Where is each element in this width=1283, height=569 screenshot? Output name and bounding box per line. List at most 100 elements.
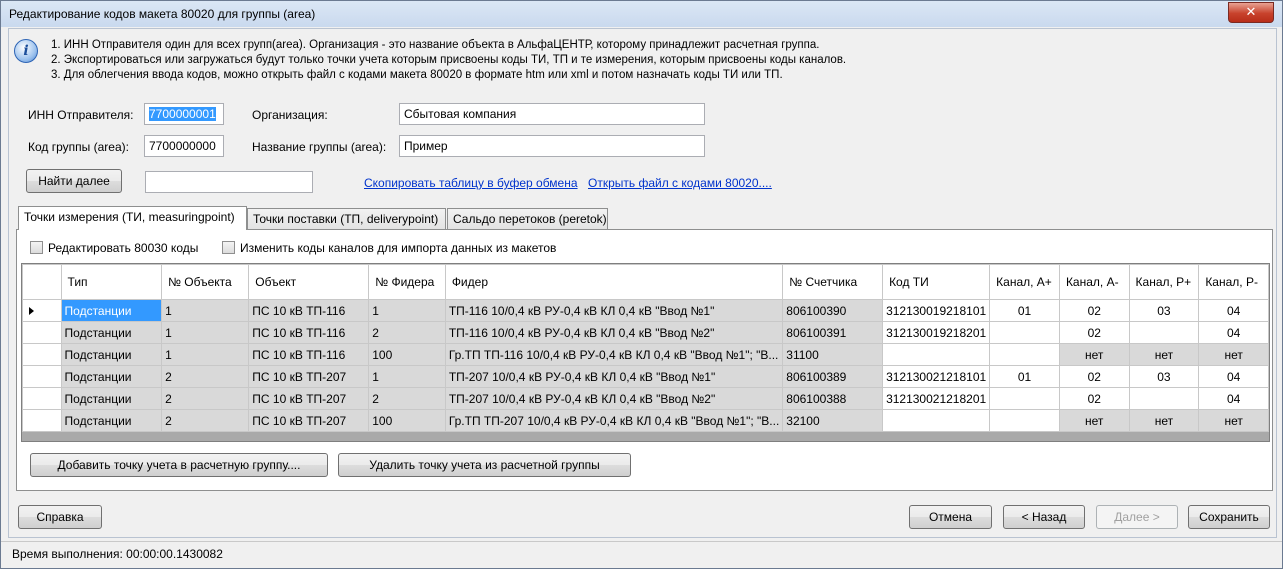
table-cell[interactable] (989, 409, 1060, 432)
table-cell[interactable]: 1 (161, 321, 250, 344)
change-channel-codes-checkbox[interactable] (222, 241, 235, 254)
column-header[interactable]: Код ТИ (882, 264, 991, 300)
table-cell[interactable]: 02 (1058, 365, 1130, 388)
table-cell[interactable]: нет (1058, 343, 1130, 366)
tab-peretok[interactable]: Сальдо перетоков (peretok) (447, 208, 608, 229)
column-header[interactable]: Объект (248, 264, 370, 300)
table-cell[interactable]: нет (1058, 409, 1130, 432)
help-button[interactable]: Справка (18, 505, 102, 529)
table-cell[interactable]: 806100390 (782, 299, 884, 322)
table-cell[interactable]: нет (1198, 409, 1269, 432)
table-cell[interactable]: ПС 10 кВ ТП-207 (248, 409, 370, 432)
table-cell[interactable]: ПС 10 кВ ТП-116 (248, 343, 370, 366)
table-cell[interactable]: 2 (368, 321, 446, 344)
table-cell[interactable]: 2 (161, 387, 250, 410)
table-cell[interactable]: 312130021218201 (882, 387, 991, 410)
tab-delivery-points[interactable]: Точки поставки (ТП, deliverypoint) (247, 208, 446, 229)
table-cell[interactable]: 1 (161, 299, 250, 322)
tab-measuring-points[interactable]: Точки измерения (ТИ, measuringpoint) (18, 206, 247, 230)
add-point-button[interactable]: Добавить точку учета в расчетную группу.… (30, 453, 328, 477)
table-cell[interactable]: 02 (1058, 299, 1130, 322)
row-header[interactable] (22, 321, 62, 344)
row-header[interactable] (22, 365, 62, 388)
table-cell[interactable]: Подстанции (60, 387, 163, 410)
table-cell[interactable]: 03 (1128, 299, 1200, 322)
table-cell[interactable] (882, 343, 991, 366)
table-cell[interactable]: ПС 10 кВ ТП-116 (248, 321, 370, 344)
table-cell[interactable]: ТП-116 10/0,4 кВ РУ-0,4 кВ КЛ 0,4 кВ "Вв… (444, 321, 784, 344)
edit-80030-checkbox[interactable] (30, 241, 43, 254)
table-row[interactable]: Подстанции 2 ПС 10 кВ ТП-207 1 ТП-207 10/0,4… (22, 365, 1269, 388)
table-cell[interactable]: Подстанции (60, 299, 163, 322)
column-header[interactable]: Канал, А- (1058, 264, 1130, 300)
table-cell[interactable]: 04 (1198, 365, 1269, 388)
row-header[interactable] (22, 409, 62, 432)
column-header[interactable]: № Объекта (161, 264, 250, 300)
table-cell[interactable]: 03 (1128, 365, 1200, 388)
table-row[interactable]: Подстанции 2 ПС 10 кВ ТП-207 2 ТП-207 10/0,4… (22, 387, 1269, 410)
table-cell[interactable]: Подстанции (60, 343, 163, 366)
table-cell[interactable]: 806100389 (782, 365, 884, 388)
table-cell[interactable] (989, 387, 1060, 410)
table-cell[interactable]: 04 (1198, 299, 1269, 322)
column-header[interactable]: Канал, Р+ (1128, 264, 1200, 300)
table-cell[interactable]: 312130019218201 (882, 321, 991, 344)
points-table[interactable]: Тип № Объекта Объект № Фидера Фидер № Сч… (21, 263, 1270, 442)
table-cell[interactable]: 02 (1058, 387, 1130, 410)
area-code-field[interactable]: 7700000000 (144, 135, 224, 157)
table-cell[interactable]: ТП-207 10/0,4 кВ РУ-0,4 кВ КЛ 0,4 кВ "Вв… (444, 387, 784, 410)
cancel-button[interactable]: Отмена (909, 505, 992, 529)
table-cell[interactable]: 1 (161, 343, 250, 366)
table-cell[interactable]: ТП-207 10/0,4 кВ РУ-0,4 кВ КЛ 0,4 кВ "Вв… (444, 365, 784, 388)
find-field[interactable] (145, 171, 313, 193)
table-cell[interactable]: 100 (368, 409, 446, 432)
area-name-field[interactable]: Пример (399, 135, 705, 157)
row-header[interactable] (22, 343, 62, 366)
table-cell[interactable]: 1 (368, 365, 446, 388)
table-cell[interactable]: 01 (989, 299, 1060, 322)
table-cell[interactable]: ТП-116 10/0,4 кВ РУ-0,4 кВ КЛ 0,4 кВ "Вв… (444, 299, 784, 322)
table-cell[interactable]: 312130021218101 (882, 365, 991, 388)
table-row[interactable]: Подстанции 1 ПС 10 кВ ТП-116 1 ТП-116 10/0,4… (22, 299, 1269, 322)
table-cell[interactable]: ПС 10 кВ ТП-207 (248, 387, 370, 410)
table-cell[interactable]: 1 (368, 299, 446, 322)
table-cell[interactable]: 2 (161, 365, 250, 388)
column-header[interactable]: Тип (60, 264, 163, 300)
table-cell[interactable]: 2 (368, 387, 446, 410)
back-button[interactable]: < Назад (1003, 505, 1085, 529)
row-header[interactable] (22, 387, 62, 410)
column-header[interactable]: № Фидера (368, 264, 446, 300)
table-cell[interactable]: Подстанции (60, 321, 163, 344)
table-cell[interactable] (989, 343, 1060, 366)
table-cell[interactable]: 02 (1058, 321, 1130, 344)
table-row[interactable]: Подстанции 2 ПС 10 кВ ТП-207 100 Гр.ТП ТП-20… (22, 409, 1269, 432)
table-cell[interactable]: 806100391 (782, 321, 884, 344)
column-header[interactable]: Фидер (444, 264, 784, 300)
table-row[interactable]: Подстанции 1 ПС 10 кВ ТП-116 2 ТП-116 10/0,4… (22, 321, 1269, 344)
row-header[interactable] (22, 299, 62, 322)
save-button[interactable]: Сохранить (1188, 505, 1270, 529)
column-header[interactable]: Канал, Р- (1198, 264, 1269, 300)
next-button[interactable]: Далее > (1096, 505, 1178, 529)
find-next-button[interactable]: Найти далее (26, 169, 122, 193)
table-cell[interactable]: Подстанции (60, 409, 163, 432)
table-cell[interactable] (989, 321, 1060, 344)
column-header[interactable]: № Счетчика (782, 264, 884, 300)
close-button[interactable]: ✕ (1228, 2, 1274, 23)
table-cell[interactable]: 01 (989, 365, 1060, 388)
table-cell[interactable]: 04 (1198, 387, 1269, 410)
table-cell[interactable] (1128, 321, 1200, 344)
table-row[interactable]: Подстанции 1 ПС 10 кВ ТП-116 100 Гр.ТП ТП-11… (22, 343, 1269, 366)
table-cell[interactable]: ПС 10 кВ ТП-116 (248, 299, 370, 322)
table-cell[interactable]: ПС 10 кВ ТП-207 (248, 365, 370, 388)
table-cell[interactable] (1128, 387, 1200, 410)
table-body[interactable]: Подстанции 1 ПС 10 кВ ТП-116 1 ТП-116 10/0,4… (22, 299, 1269, 432)
table-cell[interactable]: 312130019218101 (882, 299, 991, 322)
open-file-link[interactable]: Открыть файл с кодами 80020.... (588, 176, 772, 190)
table-cell[interactable]: нет (1128, 409, 1200, 432)
remove-point-button[interactable]: Удалить точку учета из расчетной группы (338, 453, 631, 477)
table-cell[interactable]: 2 (161, 409, 250, 432)
table-cell[interactable]: Гр.ТП ТП-116 10/0,4 кВ РУ-0,4 кВ КЛ 0,4 … (444, 343, 784, 366)
column-header[interactable]: Канал, А+ (989, 264, 1060, 300)
table-cell[interactable]: Подстанции (60, 365, 163, 388)
